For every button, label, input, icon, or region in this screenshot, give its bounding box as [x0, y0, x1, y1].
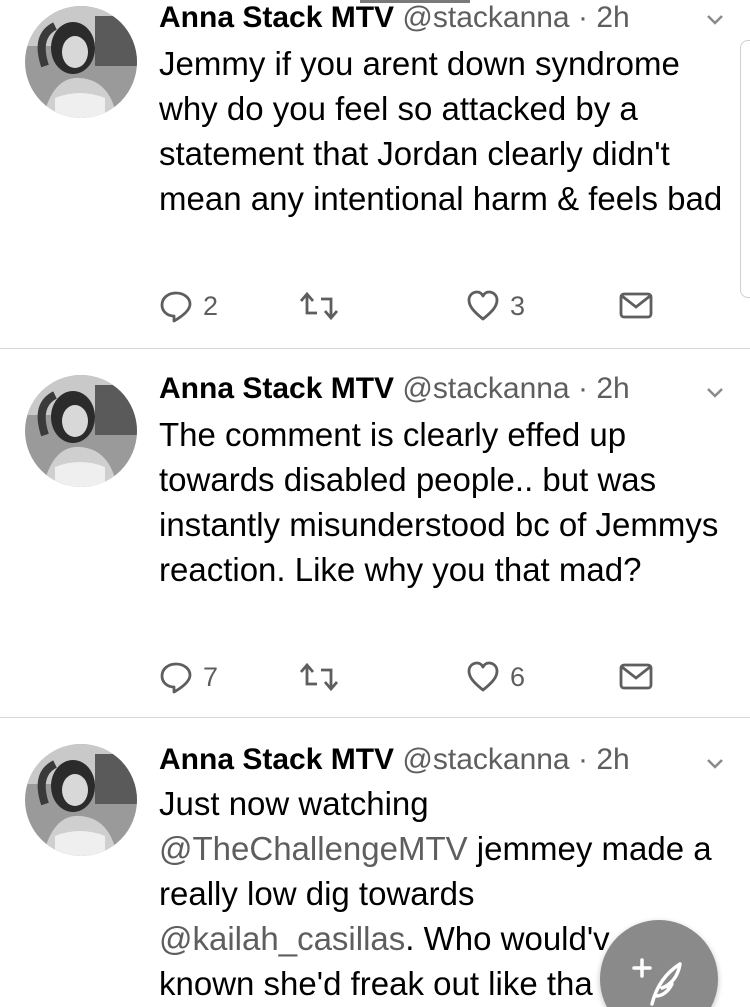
tweet-text: Jemmy if you arent down syndrome why do …: [159, 45, 723, 217]
author-name[interactable]: Anna Stack MTV: [159, 1, 394, 34]
mention-link[interactable]: @TheChallengeMTV: [159, 830, 468, 867]
tweet-card[interactable]: Anna Stack MTV @stackanna · 2h Jemmy if …: [0, 0, 750, 349]
heart-icon: [467, 661, 499, 692]
retweet-icon: [299, 662, 339, 692]
reply-icon: [160, 662, 192, 694]
tweet-text-segment: known she'd freak out like tha: [159, 965, 593, 1002]
tweet-text-segment: Just now watching: [159, 785, 429, 822]
timeline-feed[interactable]: Anna Stack MTV @stackanna · 2h Jemmy if …: [0, 0, 750, 1007]
reply-icon: [160, 291, 192, 323]
reply-count: 2: [203, 290, 219, 321]
compose-tweet-icon: [632, 958, 682, 1006]
chevron-down-icon[interactable]: [706, 14, 724, 26]
like-count: 3: [510, 290, 526, 321]
tweet-card[interactable]: Anna Stack MTV @stackanna · 2h The comme…: [0, 349, 750, 718]
like-button[interactable]: 6: [466, 659, 525, 695]
author-name[interactable]: Anna Stack MTV: [159, 743, 394, 776]
mention-link[interactable]: @kailah_casillas: [159, 920, 405, 957]
reply-button[interactable]: 2: [159, 288, 218, 324]
author-handle[interactable]: @stackanna: [402, 372, 569, 405]
separator: ·: [577, 743, 588, 776]
reply-button[interactable]: 7: [159, 659, 218, 695]
like-button[interactable]: 3: [466, 288, 525, 324]
avatar[interactable]: [25, 375, 137, 487]
retweet-icon: [299, 291, 339, 321]
reply-count: 7: [203, 661, 219, 692]
avatar[interactable]: [25, 6, 137, 118]
tweet-actions: 7 6: [159, 659, 659, 695]
tweet-header: Anna Stack MTV @stackanna · 2h: [159, 742, 720, 778]
author-handle[interactable]: @stackanna: [402, 743, 569, 776]
chevron-down-icon[interactable]: [706, 387, 724, 399]
avatar[interactable]: [25, 744, 137, 856]
separator: ·: [577, 372, 588, 405]
tweet-actions: 2 3: [159, 288, 659, 324]
envelope-icon: [619, 663, 653, 690]
tweet-text-segment: . Who would'v: [405, 920, 610, 957]
retweet-button[interactable]: [299, 288, 339, 324]
author-handle[interactable]: @stackanna: [402, 1, 569, 34]
like-count: 6: [510, 661, 526, 692]
chevron-down-icon[interactable]: [706, 758, 724, 770]
author-name[interactable]: Anna Stack MTV: [159, 372, 394, 405]
tweet-header: Anna Stack MTV @stackanna · 2h: [159, 0, 720, 36]
tweet-header: Anna Stack MTV @stackanna · 2h: [159, 371, 720, 407]
retweet-button[interactable]: [299, 659, 339, 695]
timestamp[interactable]: 2h: [596, 1, 629, 34]
direct-message-button[interactable]: [619, 659, 653, 695]
direct-message-button[interactable]: [619, 288, 653, 324]
separator: ·: [577, 1, 588, 34]
envelope-icon: [619, 292, 653, 319]
tweet-text: The comment is clearly effed up towards …: [159, 416, 719, 588]
timestamp[interactable]: 2h: [596, 743, 629, 776]
timestamp[interactable]: 2h: [596, 372, 629, 405]
heart-icon: [467, 290, 499, 321]
